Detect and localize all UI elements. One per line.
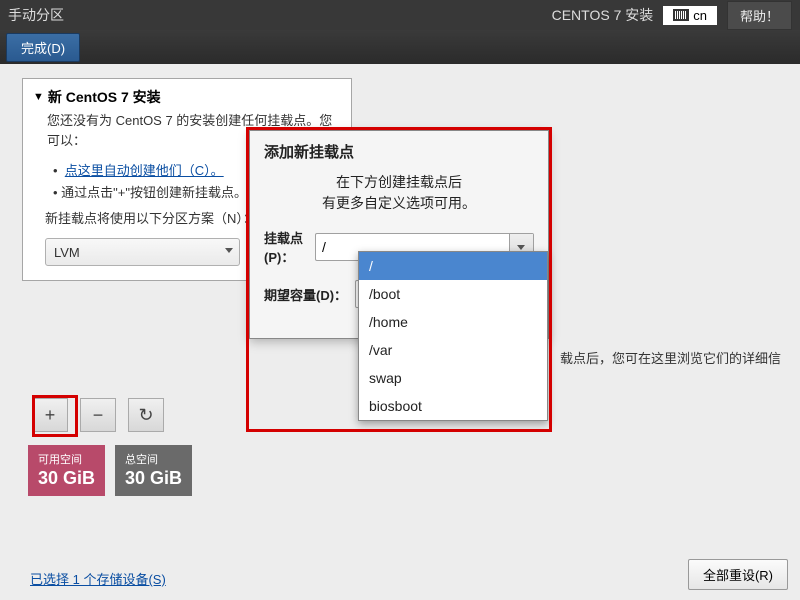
storage-devices-link[interactable]: 已选择 1 个存储设备(S) bbox=[30, 572, 166, 587]
app-title: CENTOS 7 安装 bbox=[552, 5, 654, 25]
dropdown-item-var[interactable]: /var bbox=[359, 336, 547, 364]
mountpoint-dropdown-list: / /boot /home /var swap biosboot bbox=[358, 251, 548, 421]
add-mountpoint-button[interactable]: + bbox=[32, 398, 68, 432]
manual-create-hint: 通过点击"+"按钮创建新挂载点。 bbox=[61, 185, 247, 200]
dropdown-item-home[interactable]: /home bbox=[359, 308, 547, 336]
dropdown-item-swap[interactable]: swap bbox=[359, 364, 547, 392]
keyboard-layout-indicator[interactable]: cn bbox=[663, 6, 717, 25]
auto-create-link[interactable]: 点这里自动创建他们（C）。 bbox=[65, 163, 224, 178]
dropdown-item-root[interactable]: / bbox=[359, 252, 547, 280]
expand-toggle-icon[interactable]: ▼ bbox=[33, 91, 44, 103]
remove-mountpoint-button[interactable]: − bbox=[80, 398, 116, 432]
right-panel-hint: 载点后，您可在这里浏览它们的详细信 bbox=[560, 348, 781, 367]
total-space-chip: 总空间 30 GiB bbox=[115, 445, 192, 496]
reload-button[interactable]: ↻ bbox=[128, 398, 164, 432]
reset-all-button[interactable]: 全部重设(R) bbox=[688, 559, 788, 590]
install-title: 新 CentOS 7 安装 bbox=[48, 87, 161, 107]
dropdown-item-boot[interactable]: /boot bbox=[359, 280, 547, 308]
dialog-title: 添加新挂载点 bbox=[264, 141, 534, 162]
mountpoint-label: 挂载点(P)： bbox=[264, 228, 315, 266]
help-button[interactable]: 帮助！ bbox=[727, 1, 792, 30]
available-space-chip: 可用空间 30 GiB bbox=[28, 445, 105, 496]
partition-scheme-select[interactable]: LVM bbox=[45, 238, 240, 266]
dropdown-item-biosboot[interactable]: biosboot bbox=[359, 392, 547, 420]
page-title: 手动分区 bbox=[8, 5, 64, 25]
size-label: 期望容量(D)： bbox=[264, 285, 355, 304]
keyboard-icon bbox=[673, 9, 689, 21]
done-button[interactable]: 完成(D) bbox=[6, 33, 80, 62]
chevron-down-icon bbox=[225, 248, 233, 253]
